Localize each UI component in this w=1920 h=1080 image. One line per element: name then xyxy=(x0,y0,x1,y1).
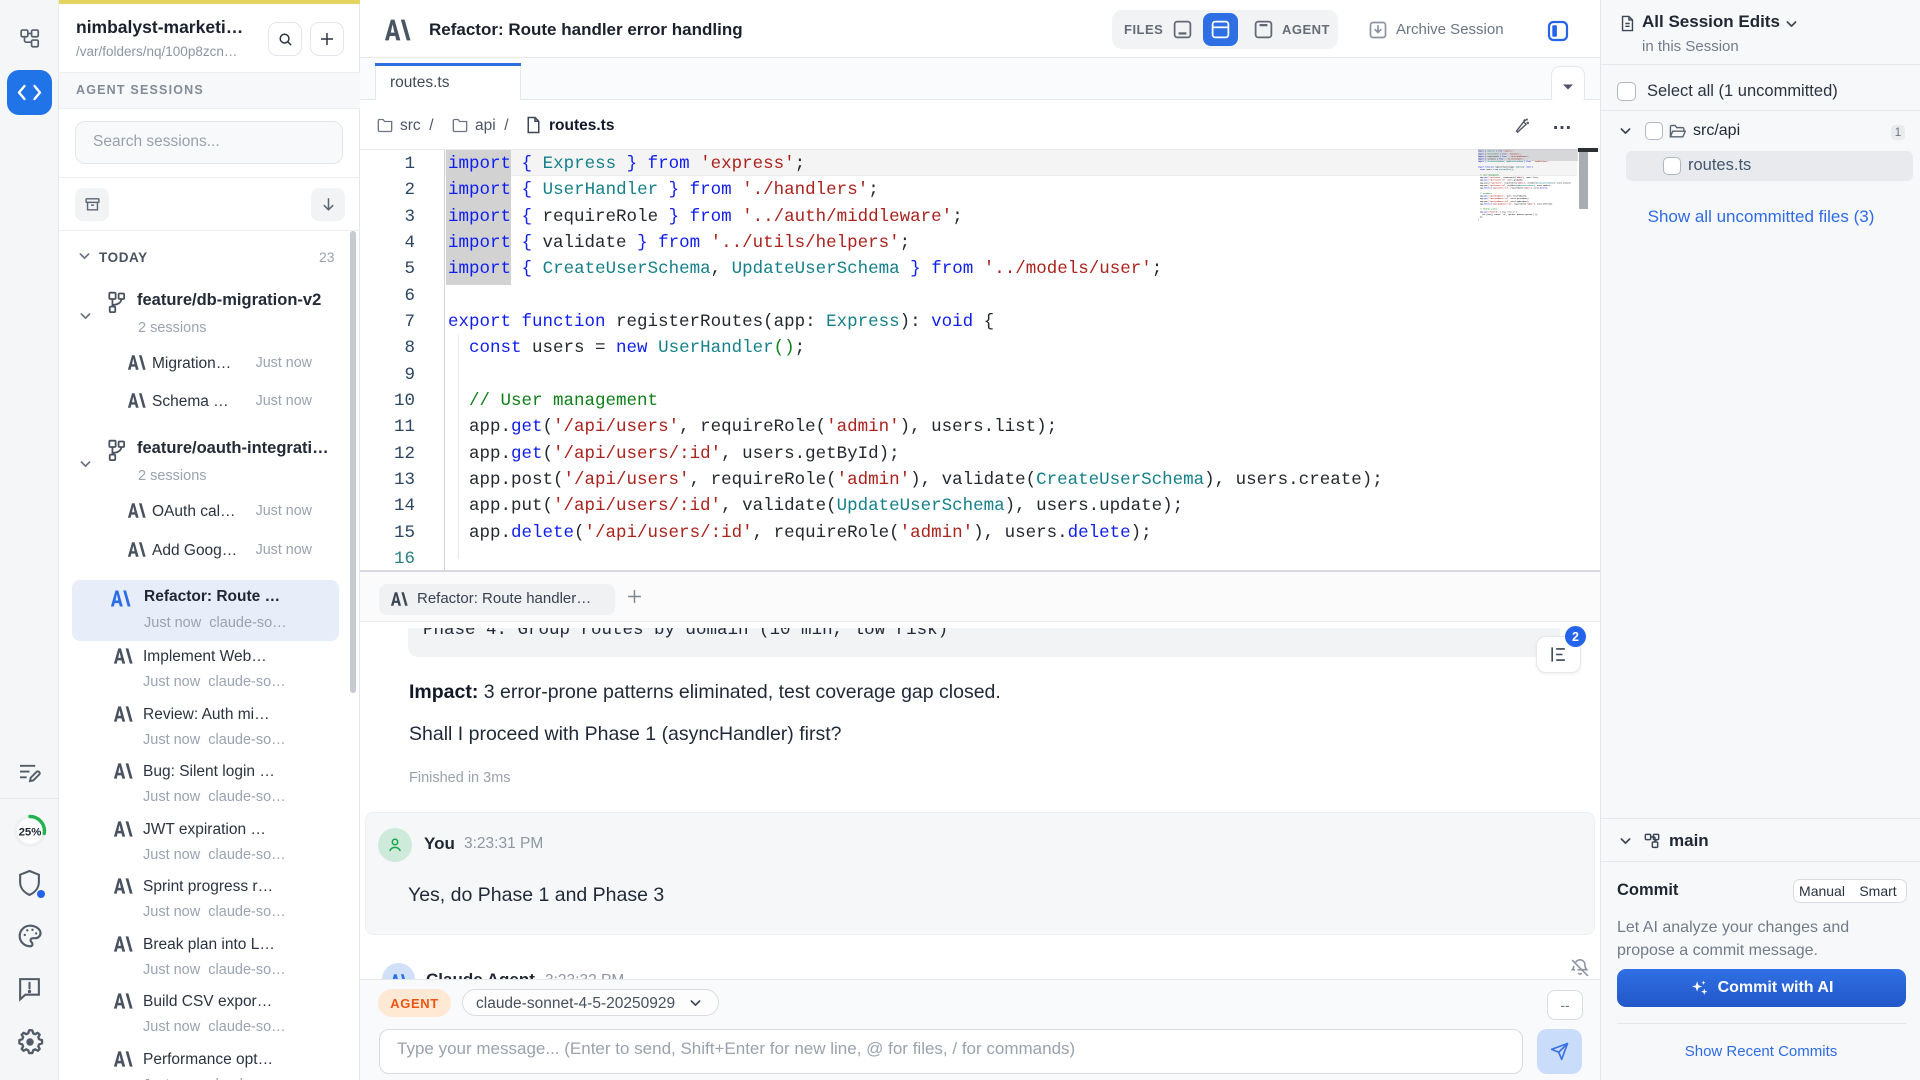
svg-text:25%: 25% xyxy=(19,826,42,838)
